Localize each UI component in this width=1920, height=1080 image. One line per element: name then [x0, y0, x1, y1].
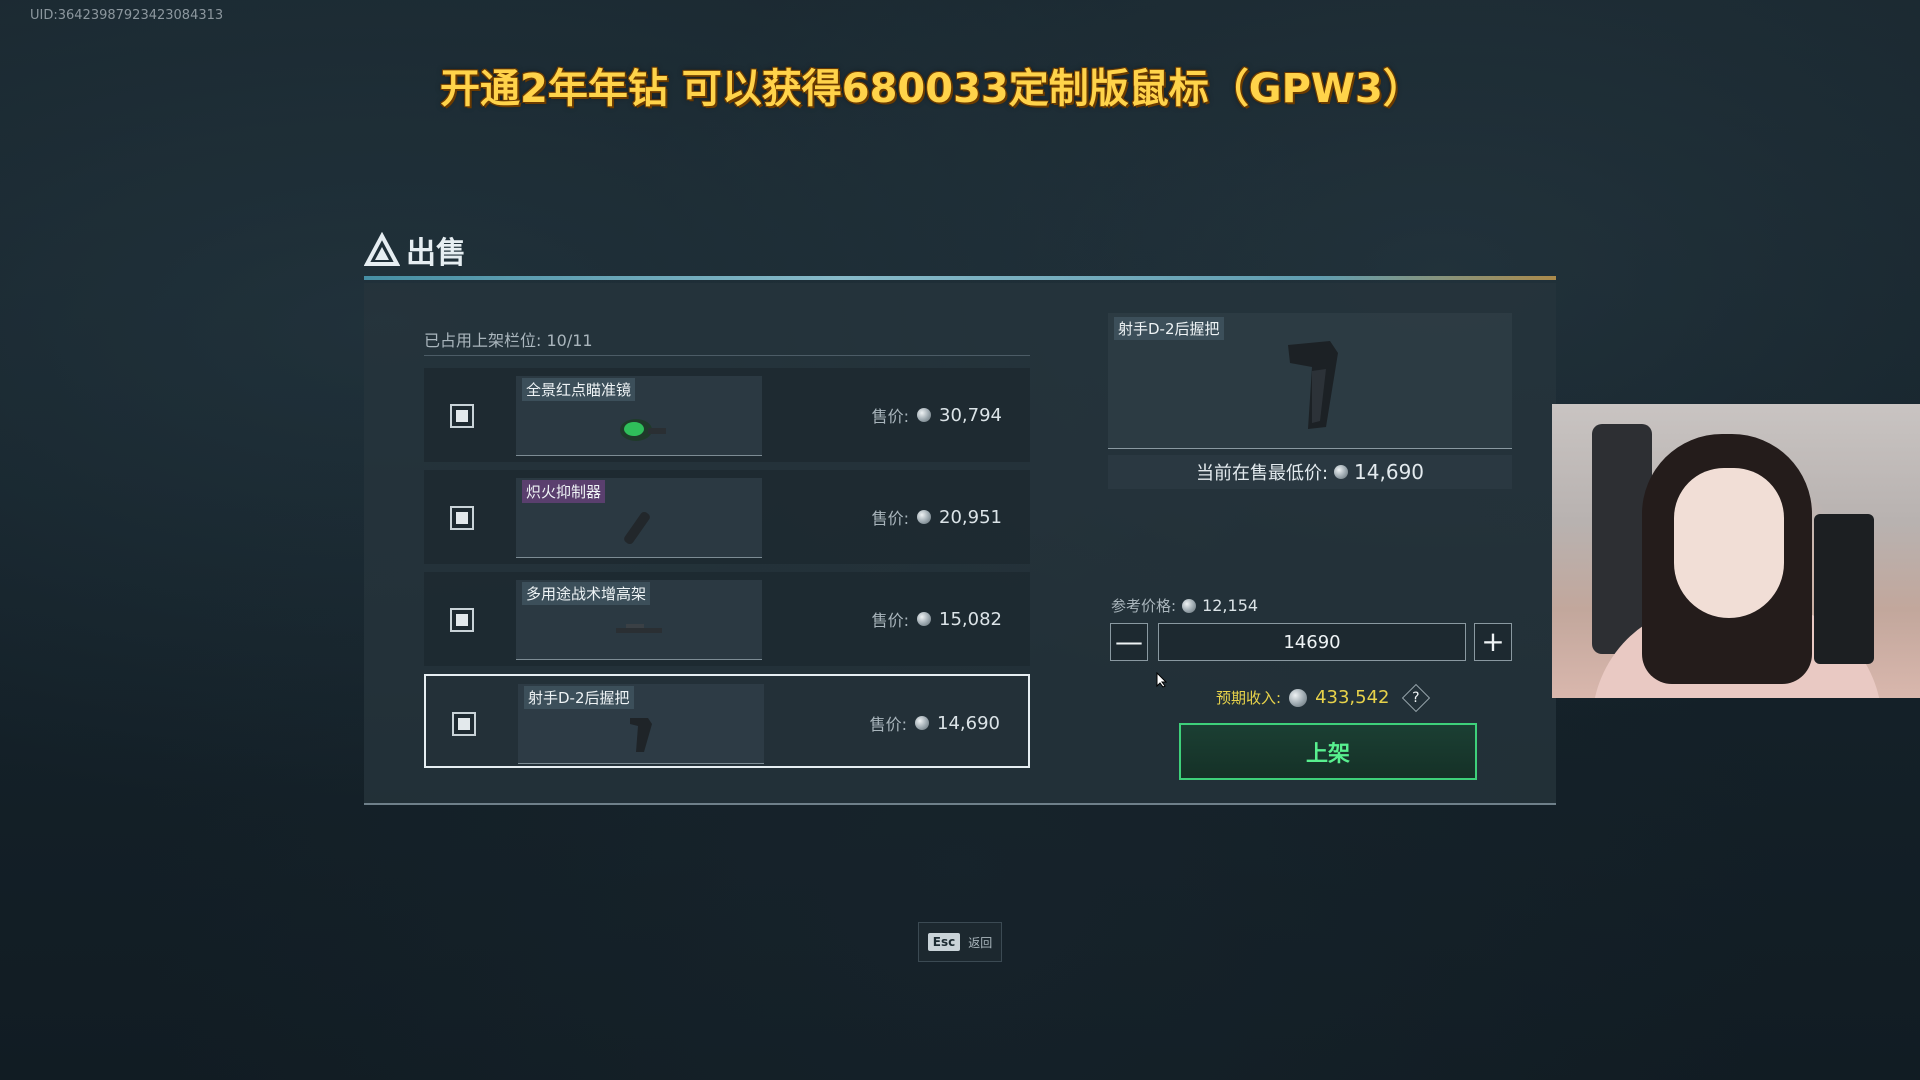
list-item-selected[interactable]: 射手D-2后握把 售价: 14,690: [424, 674, 1030, 768]
price-value: 15,082: [939, 608, 1002, 630]
price-label: 售价:: [871, 611, 910, 630]
item-checkbox[interactable]: [450, 608, 474, 632]
item-card[interactable]: 全景红点瞄准镜: [516, 376, 762, 456]
item-card[interactable]: 炽火抑制器: [516, 478, 762, 558]
sell-header: 出售: [364, 228, 466, 272]
expected-income-label: 预期收入:: [1216, 689, 1282, 707]
list-item[interactable]: 炽火抑制器 售价: 20,951: [424, 470, 1030, 564]
item-price: 售价: 14,690: [870, 711, 1000, 735]
coin-icon: [917, 408, 932, 422]
cursor-icon: [1156, 672, 1168, 688]
item-price: 售价: 30,794: [872, 403, 1002, 427]
page-title: 出售: [406, 236, 466, 271]
preview-item-name: 射手D-2后握把: [1114, 317, 1224, 340]
list-item[interactable]: 全景红点瞄准镜 售价: 30,794: [424, 368, 1030, 462]
riser-mount-icon: [616, 624, 662, 633]
price-label: 售价:: [871, 407, 910, 426]
red-dot-scope-icon: [620, 419, 666, 441]
item-price: 售价: 15,082: [872, 607, 1002, 631]
list-for-sale-button[interactable]: 上架: [1179, 723, 1477, 780]
lowest-price: 当前在售最低价: 14,690: [1108, 455, 1512, 489]
lowest-price-value: 14,690: [1354, 460, 1425, 484]
item-name: 全景红点瞄准镜: [522, 378, 636, 401]
coin-icon: [1182, 598, 1197, 613]
decrease-price-button[interactable]: —: [1110, 623, 1148, 661]
suppressor-icon: [624, 511, 650, 545]
coin-icon: [917, 510, 932, 524]
divider: [424, 355, 1030, 356]
item-price: 售价: 20,951: [872, 505, 1002, 529]
promo-banner: 开通2年年钻 可以获得680033定制版鼠标（GPW3）: [440, 66, 1423, 112]
item-card[interactable]: 射手D-2后握把: [518, 684, 764, 764]
help-icon[interactable]: ?: [1401, 683, 1430, 712]
item-name: 炽火抑制器: [522, 480, 606, 503]
item-card[interactable]: 多用途战术增高架: [516, 580, 762, 660]
list-item[interactable]: 多用途战术增高架 售价: 15,082: [424, 572, 1030, 666]
increase-price-button[interactable]: +: [1474, 623, 1512, 661]
plus-icon: +: [1481, 625, 1505, 658]
expected-income-value: 433,542: [1315, 687, 1390, 708]
back-button[interactable]: Esc 返回: [918, 922, 1002, 962]
price-value: 14,690: [937, 712, 1000, 734]
back-label: 返回: [968, 935, 993, 950]
streamer-face: [1674, 468, 1784, 618]
item-name: 射手D-2后握把: [524, 686, 634, 709]
price-label: 售价:: [871, 509, 910, 528]
uid-text: UID:36423987923423084313: [30, 8, 224, 23]
coin-icon: [1334, 465, 1349, 479]
minus-icon: —: [1115, 625, 1143, 658]
item-name: 多用途战术增高架: [522, 582, 651, 605]
grip-preview-icon: [1288, 341, 1338, 429]
slots-used-label: 已占用上架栏位: 10/11: [424, 331, 593, 350]
price-value: 30,794: [939, 404, 1002, 426]
item-preview: 射手D-2后握把: [1108, 313, 1512, 449]
lowest-price-label: 当前在售最低价:: [1195, 463, 1329, 484]
mic-stand: [1814, 514, 1874, 664]
coin-icon: [915, 716, 930, 730]
coin-icon: [917, 612, 932, 626]
header-divider: [364, 276, 1556, 280]
price-label: 售价:: [869, 715, 908, 734]
sell-panel: 已占用上架栏位: 10/11 全景红点瞄准镜 售价: 30,794 炽火抑制器 …: [364, 283, 1556, 805]
grip-icon: [630, 718, 652, 752]
reference-price: 参考价格: 12,154: [1111, 595, 1258, 616]
item-checkbox[interactable]: [450, 404, 474, 428]
expected-income: 预期收入: 433,542 ?: [1216, 683, 1430, 712]
price-input[interactable]: [1158, 623, 1466, 661]
reference-price-label: 参考价格:: [1111, 597, 1177, 615]
price-value: 20,951: [939, 506, 1002, 528]
reference-price-value: 12,154: [1202, 596, 1259, 615]
sell-logo-icon: [364, 232, 400, 266]
webcam-overlay: [1552, 404, 1920, 698]
esc-key: Esc: [927, 933, 961, 951]
item-checkbox[interactable]: [450, 506, 474, 530]
coin-icon: [1289, 688, 1308, 707]
item-checkbox[interactable]: [452, 712, 476, 736]
item-list: 全景红点瞄准镜 售价: 30,794 炽火抑制器 售价: 20,951 多用途战…: [424, 368, 1030, 776]
